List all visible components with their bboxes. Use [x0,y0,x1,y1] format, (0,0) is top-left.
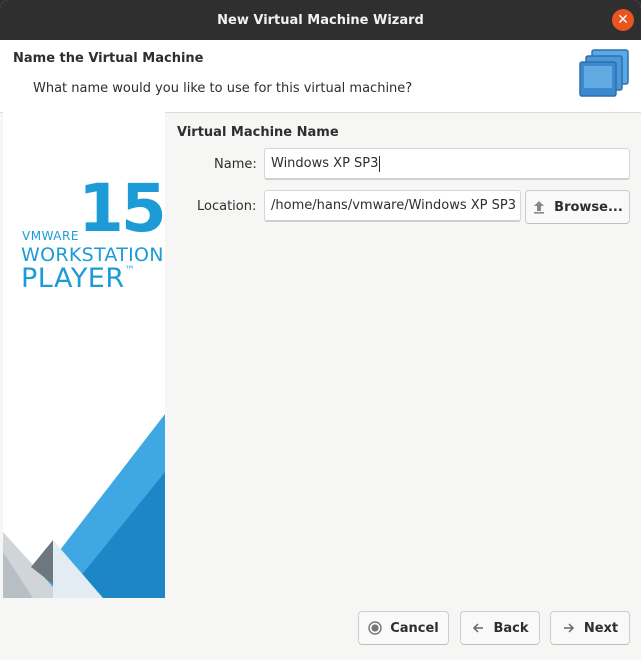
location-input[interactable]: /home/hans/vmware/Windows XP SP3 [264,190,521,222]
vm-name-value: Windows XP SP3 [271,156,379,171]
next-label: Next [583,620,619,636]
page-subtitle: What name would you like to use for this… [33,81,413,96]
browse-button[interactable]: Browse... [525,190,630,224]
arrow-right-icon [562,621,576,635]
vm-name-input[interactable]: Windows XP SP3 [264,148,630,180]
close-icon: ✕ [617,12,629,28]
back-label: Back [493,620,529,636]
arrow-left-icon [471,621,485,635]
stop-circle-icon [368,621,382,635]
trademark-symbol: ™ [124,265,136,276]
close-button[interactable]: ✕ [612,9,634,31]
wizard-window: New Virtual Machine Wizard ✕ Name the Vi… [0,0,641,660]
name-label: Name: [214,157,257,172]
logo-vendor: VMWARE [22,229,79,243]
virtual-machines-icon [579,49,629,97]
text-cursor [379,155,381,172]
title-bar: New Virtual Machine Wizard ✕ [0,0,641,40]
section-title: Virtual Machine Name [177,125,339,140]
upload-arrow-icon [532,200,546,214]
location-value: /home/hans/vmware/Windows XP SP3 [271,198,517,213]
back-button[interactable]: Back [460,611,540,645]
logo-product-line2: PLAYER™ [21,263,136,294]
cancel-button[interactable]: Cancel [358,611,449,645]
cancel-label: Cancel [390,620,439,636]
window-title: New Virtual Machine Wizard [217,12,424,28]
logo-version: 15 [78,170,165,247]
wizard-header: Name the Virtual Machine What name would… [0,40,641,113]
next-button[interactable]: Next [550,611,630,645]
location-label: Location: [197,199,257,214]
branding-panel: 15 VMWARE WORKSTATION PLAYER™ [3,112,165,598]
page-title: Name the Virtual Machine [13,51,204,66]
browse-label: Browse... [554,199,623,215]
